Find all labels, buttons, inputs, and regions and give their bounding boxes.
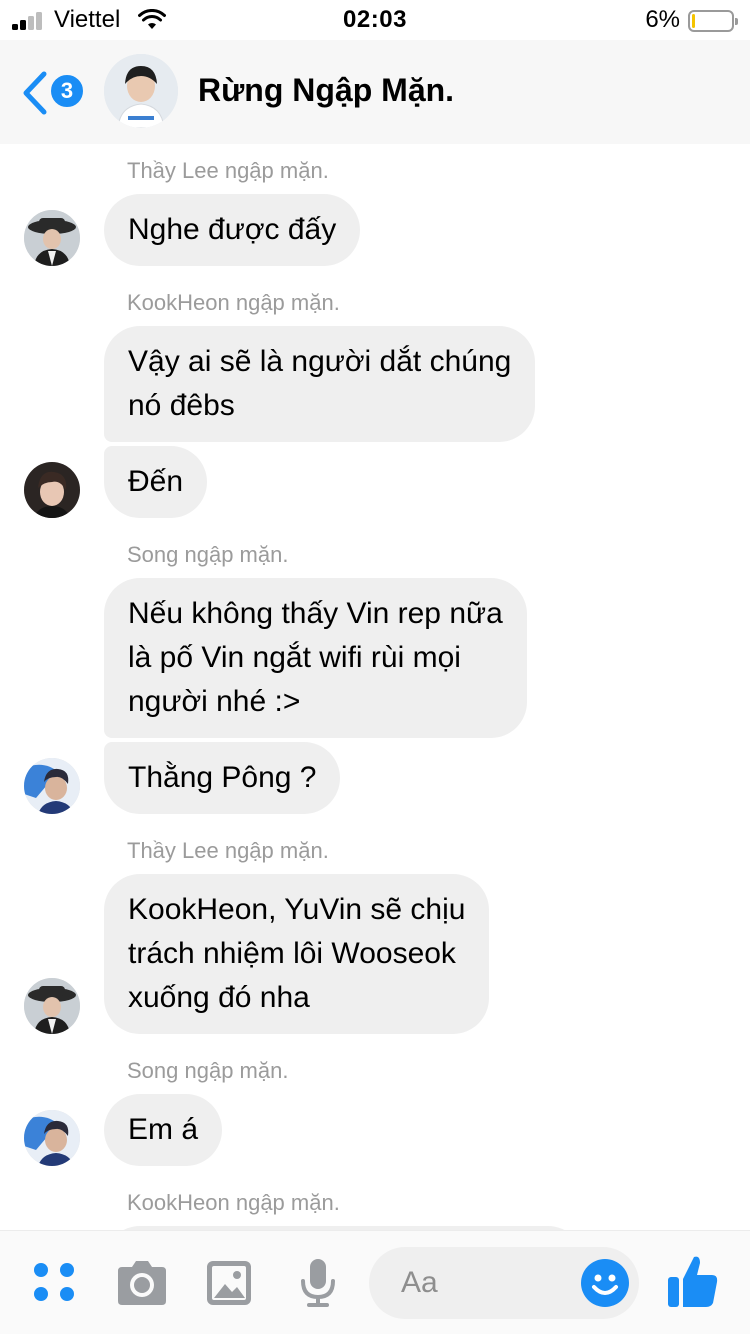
message-bubble[interactable]: Đến [104,446,208,518]
menu-dots-icon[interactable] [32,1257,76,1307]
clock: 02:03 [343,6,407,33]
group-avatar[interactable] [104,54,178,128]
back-chevron-icon[interactable] [20,70,50,116]
message-bubble[interactable]: KookHeon, YuVin sẽ chịu trách nhiệm lôi … [104,874,490,1034]
avatar-thay-lee[interactable] [24,978,80,1034]
message-bubble[interactable]: Nếu không thấy Vin rep nữa là pố Vin ngắ… [104,578,527,738]
sender-name: KookHeon ngập mặn. [127,1190,340,1215]
battery-icon [688,10,738,32]
battery-level [692,14,695,28]
camera-icon[interactable] [116,1257,168,1309]
message-bubble[interactable]: Vậy ai sẽ là người dắt chúng nó đêbs [104,326,536,442]
unread-badge[interactable]: 3 [48,72,86,110]
gallery-icon[interactable] [205,1257,253,1309]
conversation-header: 3 Rừng Ngập Mặn. [0,40,750,144]
sender-name: Song ngập mặn. [127,542,289,567]
microphone-icon[interactable] [298,1257,338,1309]
avatar-song[interactable] [24,758,80,814]
message-list[interactable]: Thầy Lee ngập mặn. Nghe được đấy KookHeo… [0,144,750,1230]
conversation-title[interactable]: Rừng Ngập Mặn. [198,72,454,109]
message-bubble[interactable]: Nghe được đấy [104,194,361,266]
status-bar: Viettel 02:03 6% [0,0,750,40]
sender-name: KookHeon ngập mặn. [127,290,340,315]
composer-bar: Aa [0,1230,750,1334]
battery-percent: 6% [645,6,680,33]
thumbs-up-icon[interactable] [666,1253,720,1309]
avatar-song[interactable] [24,1110,80,1166]
avatar-kookheon[interactable] [24,462,80,518]
sender-name: Song ngập mặn. [127,1058,289,1083]
sender-name: Thầy Lee ngập mặn. [127,838,329,863]
avatar-thay-lee[interactable] [24,210,80,266]
emoji-icon[interactable] [581,1259,629,1307]
sender-name: Thầy Lee ngập mặn. [127,158,329,183]
message-input-placeholder: Aa [401,1266,438,1299]
message-bubble[interactable]: Em á [104,1094,223,1166]
message-input[interactable]: Aa [369,1247,639,1319]
message-bubble[interactable]: Thằng Pông ? [104,742,341,814]
